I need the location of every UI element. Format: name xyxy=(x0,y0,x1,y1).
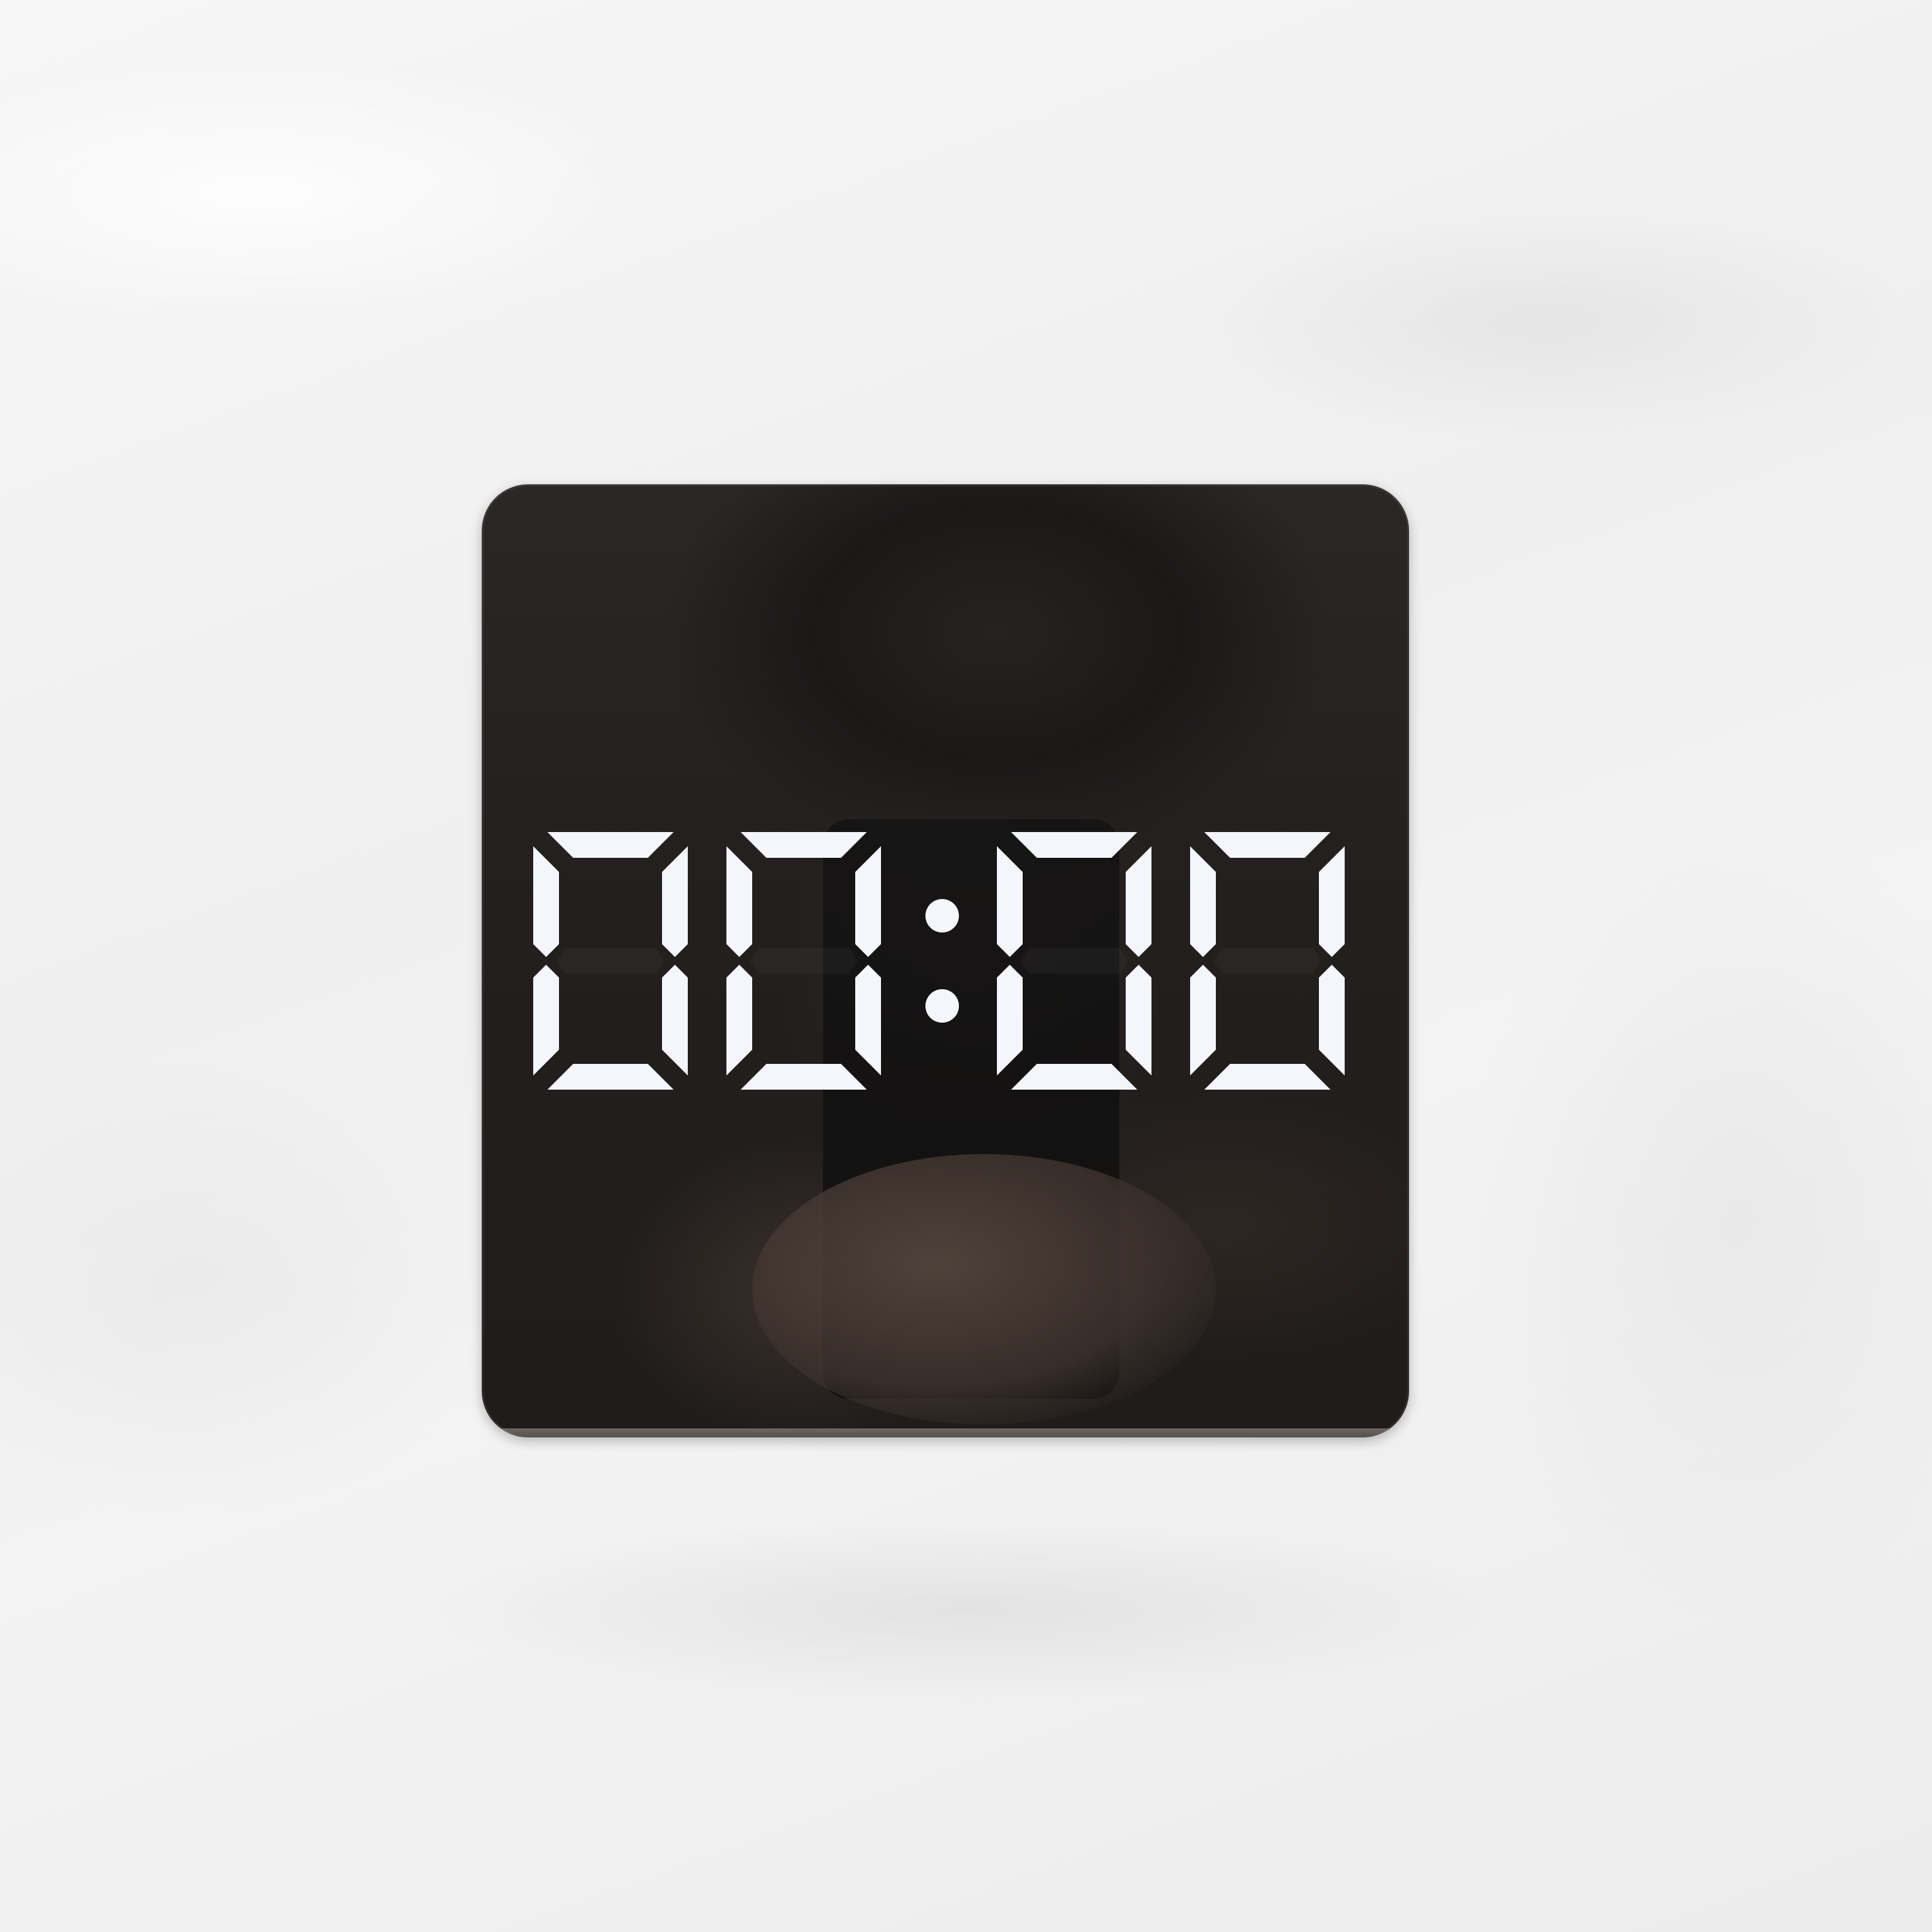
segment-f xyxy=(726,846,752,957)
colon-separator xyxy=(925,899,959,1023)
segment-b xyxy=(855,846,881,957)
colon-dot xyxy=(925,899,959,933)
segment-b xyxy=(1319,846,1345,957)
segment-g xyxy=(1020,948,1128,974)
clock-base-edge xyxy=(482,1428,1409,1437)
segment-d xyxy=(1204,1064,1331,1090)
segment-a xyxy=(1011,832,1137,858)
digit-4 xyxy=(1190,832,1345,1090)
mirror-led-clock: 00:00 xyxy=(482,484,1409,1437)
digit-2 xyxy=(726,832,881,1090)
segment-e xyxy=(533,965,559,1075)
seven-segment-display xyxy=(533,832,1345,1090)
segment-d xyxy=(741,1064,867,1090)
segment-b xyxy=(1126,846,1151,957)
segment-e xyxy=(1190,965,1216,1075)
segment-a xyxy=(1204,832,1331,858)
segment-a xyxy=(547,832,674,858)
segment-e xyxy=(997,965,1023,1075)
digit-3 xyxy=(997,832,1151,1090)
segment-c xyxy=(1126,965,1151,1075)
segment-f xyxy=(1190,846,1216,957)
segment-c xyxy=(855,965,881,1075)
colon-dot xyxy=(925,989,959,1023)
segment-c xyxy=(662,965,688,1075)
segment-d xyxy=(1011,1064,1137,1090)
segment-d xyxy=(547,1064,674,1090)
segment-b xyxy=(662,846,688,957)
segment-c xyxy=(1319,965,1345,1075)
segment-g xyxy=(556,948,665,974)
led-time-display: 00:00 xyxy=(533,832,1358,1090)
hand-reflection xyxy=(752,1154,1216,1425)
segment-g xyxy=(750,948,858,974)
segment-f xyxy=(533,846,559,957)
segment-e xyxy=(726,965,752,1075)
digit-1 xyxy=(533,832,688,1090)
segment-a xyxy=(741,832,867,858)
segment-f xyxy=(997,846,1023,957)
segment-g xyxy=(1213,948,1321,974)
bedsheet-background: 00:00 xyxy=(0,0,1932,1932)
